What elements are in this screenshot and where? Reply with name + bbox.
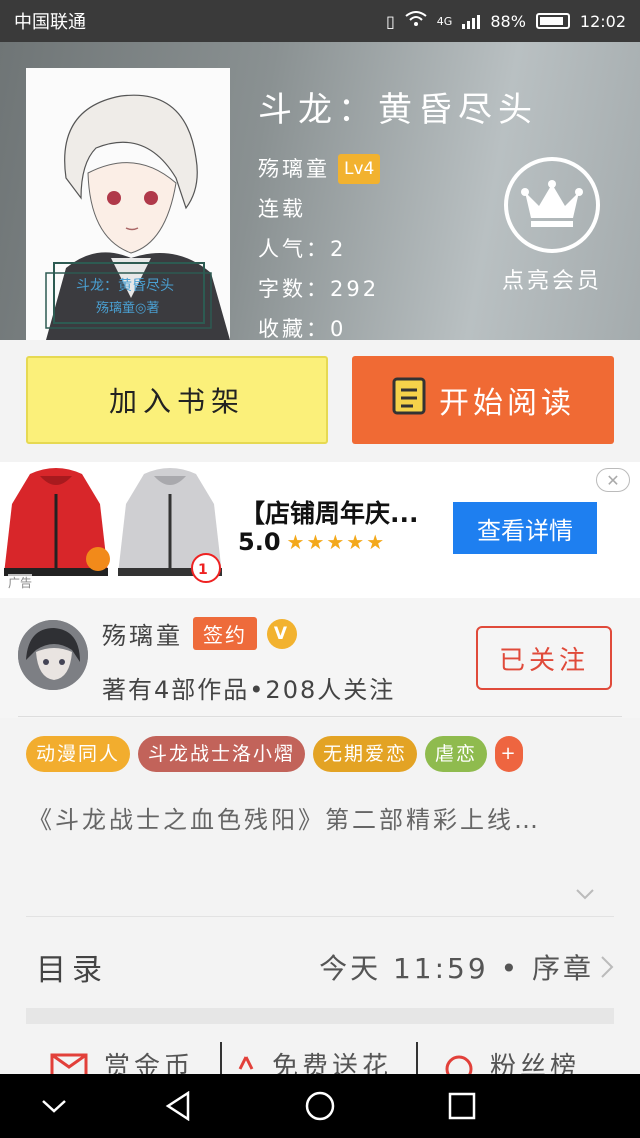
book-detail-page: 中国联通 ▯ 4G 88% 12:02 斗龙：黄昏尽头 殇璃童◎著 斗龙：黄昏尽… <box>0 0 640 1138</box>
battery-icon <box>535 13 570 29</box>
book-title: 斗龙：黄昏尽头 <box>258 90 538 130</box>
verified-icon: V <box>267 618 297 649</box>
svg-text:1: 1 <box>198 562 208 578</box>
collapse-icon[interactable] <box>34 1086 74 1126</box>
network-type: 4G <box>436 14 453 28</box>
close-ad-icon[interactable]: ✕ <box>596 468 630 492</box>
ad-label: 广告 <box>8 574 33 591</box>
status-bar: 中国联通 ▯ 4G 88% 12:02 <box>0 0 640 42</box>
signal-icon <box>462 13 481 29</box>
add-to-shelf-button[interactable]: 加入书架 <box>26 356 328 444</box>
ad-image-red-jacket[interactable] <box>0 464 112 588</box>
author-stats: 著有4部作品•208人关注 <box>102 676 396 704</box>
toc-label: 目录 <box>36 953 108 988</box>
latest-chapter: 今天 11:59 • 序章 <box>319 952 594 985</box>
table-of-contents-row[interactable]: 目录 今天 11:59 • 序章 <box>26 916 614 1008</box>
crown-icon <box>504 157 600 253</box>
chevron-right-icon <box>600 955 614 983</box>
tag-chip[interactable]: 无期爱恋 <box>313 736 418 772</box>
author-card-name[interactable]: 殇璃童 <box>102 616 183 651</box>
recents-icon[interactable] <box>442 1086 482 1126</box>
favorites-count: 收藏：0 <box>258 317 347 340</box>
author-card: 殇璃童 签约 V 著有4部作品•208人关注 已关注 <box>0 598 640 718</box>
tag-chip[interactable]: 斗龙战士洛小熠 <box>138 736 306 772</box>
start-reading-label: 开始阅读 <box>439 386 575 421</box>
author-name[interactable]: 殇璃童 <box>258 151 330 187</box>
book-description[interactable]: 《斗龙战士之血色残阳》第二部精彩上线… <box>28 802 608 838</box>
section-divider <box>26 1008 614 1024</box>
tag-chip[interactable]: 虐恋 <box>425 736 488 772</box>
ad-rating: 5.0 ★★★★★ <box>238 528 386 556</box>
start-reading-button[interactable]: 开始阅读 <box>352 356 614 444</box>
ad-details-button[interactable]: 查看详情 <box>453 502 597 554</box>
status-icons: ▯ 4G 88% 12:02 <box>386 11 626 31</box>
level-badge: Lv4 <box>338 154 381 184</box>
author-name-row: 殇璃童 签约 V <box>102 616 297 651</box>
book-header: 斗龙：黄昏尽头 殇璃童◎著 斗龙：黄昏尽头 殇璃童 Lv4 连载 人气：2 字数… <box>0 42 640 340</box>
divider <box>18 716 622 717</box>
vibrate-icon: ▯ <box>385 11 395 31</box>
ad-title[interactable]: 【店铺周年庆... <box>240 494 419 530</box>
tag-list: 动漫同人 斗龙战士洛小熠 无期爱恋 虐恋 + <box>26 736 524 772</box>
avatar[interactable] <box>18 620 88 690</box>
signed-badge: 签约 <box>193 617 257 650</box>
back-icon[interactable] <box>158 1086 198 1126</box>
svg-text:殇璃童◎著: 殇璃童◎著 <box>96 300 159 316</box>
ad-banner[interactable]: 1 广告 【店铺周年庆... 5.0 ★★★★★ 查看详情 ✕ <box>0 462 640 598</box>
vip-label: 点亮会员 <box>501 269 602 294</box>
ad-image-grey-jacket[interactable]: 1 <box>114 464 226 588</box>
book-cover[interactable]: 斗龙：黄昏尽头 殇璃童◎著 <box>26 68 230 340</box>
system-nav-bar <box>0 1074 640 1138</box>
add-tag-button[interactable]: + <box>495 736 524 772</box>
book-icon <box>391 376 427 424</box>
clock: 12:02 <box>579 11 626 31</box>
battery-percent: 88% <box>490 11 526 31</box>
follow-button[interactable]: 已关注 <box>476 626 612 690</box>
vip-button[interactable]: 点亮会员 <box>494 157 610 295</box>
carrier-label: 中国联通 <box>14 12 86 33</box>
star-rating-icon: ★★★★★ <box>286 530 387 554</box>
chevron-down-icon[interactable] <box>575 884 595 904</box>
svg-text:斗龙：黄昏尽头: 斗龙：黄昏尽头 <box>76 277 174 294</box>
action-buttons: 加入书架 开始阅读 <box>26 356 614 444</box>
wifi-icon <box>405 11 427 31</box>
tag-chip[interactable]: 动漫同人 <box>26 736 131 772</box>
ad-rating-value: 5.0 <box>238 528 281 556</box>
home-icon[interactable] <box>300 1086 340 1126</box>
